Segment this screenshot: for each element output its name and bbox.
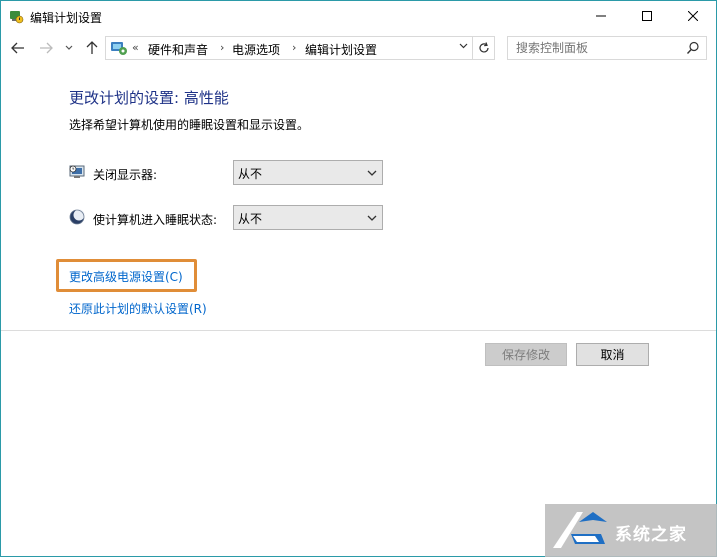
turn-off-display-select[interactable]: 从不 xyxy=(233,160,383,185)
chevron-down-icon xyxy=(65,45,73,50)
navigation-bar: « 硬件和声音 › 电源选项 › 编辑计划设置 xyxy=(1,31,716,65)
arrow-left-icon xyxy=(11,42,24,54)
sleep-select[interactable]: 从不 xyxy=(233,205,383,230)
edit-plan-settings-window: 编辑计划设置 « 硬件和声音 › 电源选项 › 编辑计划设置 搜索控制面板 更改… xyxy=(0,0,717,557)
up-button[interactable] xyxy=(83,39,101,57)
chevron-down-icon xyxy=(367,215,377,221)
cancel-button[interactable]: 取消 xyxy=(576,343,649,366)
save-changes-button[interactable]: 保存修改 xyxy=(485,343,567,366)
forward-button[interactable] xyxy=(37,39,55,57)
breadcrumb-separator[interactable]: › xyxy=(292,41,296,54)
minimize-icon xyxy=(596,15,606,17)
power-options-icon xyxy=(10,11,24,24)
title-bar: 编辑计划设置 xyxy=(1,1,716,31)
arrow-up-icon xyxy=(86,41,98,54)
search-icon xyxy=(686,41,699,54)
watermark-logo-icon xyxy=(553,512,607,548)
refresh-icon xyxy=(478,42,489,53)
chevron-down-icon xyxy=(367,170,377,176)
breadcrumb-overflow[interactable]: « xyxy=(132,41,139,54)
close-icon xyxy=(688,11,698,21)
recent-locations-button[interactable] xyxy=(63,39,75,57)
restore-default-settings-link[interactable]: 还原此计划的默认设置(R) xyxy=(69,300,207,317)
maximize-icon xyxy=(642,11,652,21)
turn-off-display-label: 关闭显示器: xyxy=(93,168,158,182)
page-title: 更改计划的设置: 高性能 xyxy=(69,89,229,107)
breadcrumb-power-options[interactable]: 电源选项 xyxy=(232,41,280,58)
page-subtitle: 选择希望计算机使用的睡眠设置和显示设置。 xyxy=(69,118,310,132)
watermark: 系统之家 xyxy=(523,494,717,557)
close-button[interactable] xyxy=(670,1,716,31)
minimize-button[interactable] xyxy=(578,1,624,31)
refresh-button[interactable] xyxy=(473,36,495,60)
sleep-label: 使计算机进入睡眠状态: xyxy=(93,213,218,227)
address-dropdown-button[interactable] xyxy=(456,41,470,55)
maximize-button[interactable] xyxy=(624,1,670,31)
search-box[interactable] xyxy=(507,36,707,60)
chevron-down-icon xyxy=(459,43,467,49)
breadcrumb-hardware-sound[interactable]: 硬件和声音 xyxy=(148,41,208,58)
divider xyxy=(1,330,716,331)
arrow-right-icon xyxy=(40,42,53,54)
change-advanced-power-settings-link[interactable]: 更改高级电源设置(C) xyxy=(69,268,183,285)
breadcrumb-separator[interactable]: › xyxy=(220,41,224,54)
sleep-moon-icon xyxy=(69,209,85,225)
display-icon xyxy=(69,165,85,178)
breadcrumb-edit-plan[interactable]: 编辑计划设置 xyxy=(305,41,377,58)
sleep-value: 从不 xyxy=(238,212,263,226)
turn-off-display-value: 从不 xyxy=(238,167,263,181)
search-input[interactable] xyxy=(516,41,681,55)
watermark-text: 系统之家 xyxy=(615,525,687,545)
window-title: 编辑计划设置 xyxy=(30,11,103,25)
back-button[interactable] xyxy=(9,39,27,57)
control-panel-icon xyxy=(111,42,127,55)
address-bar[interactable]: « 硬件和声音 › 电源选项 › 编辑计划设置 xyxy=(105,36,473,60)
